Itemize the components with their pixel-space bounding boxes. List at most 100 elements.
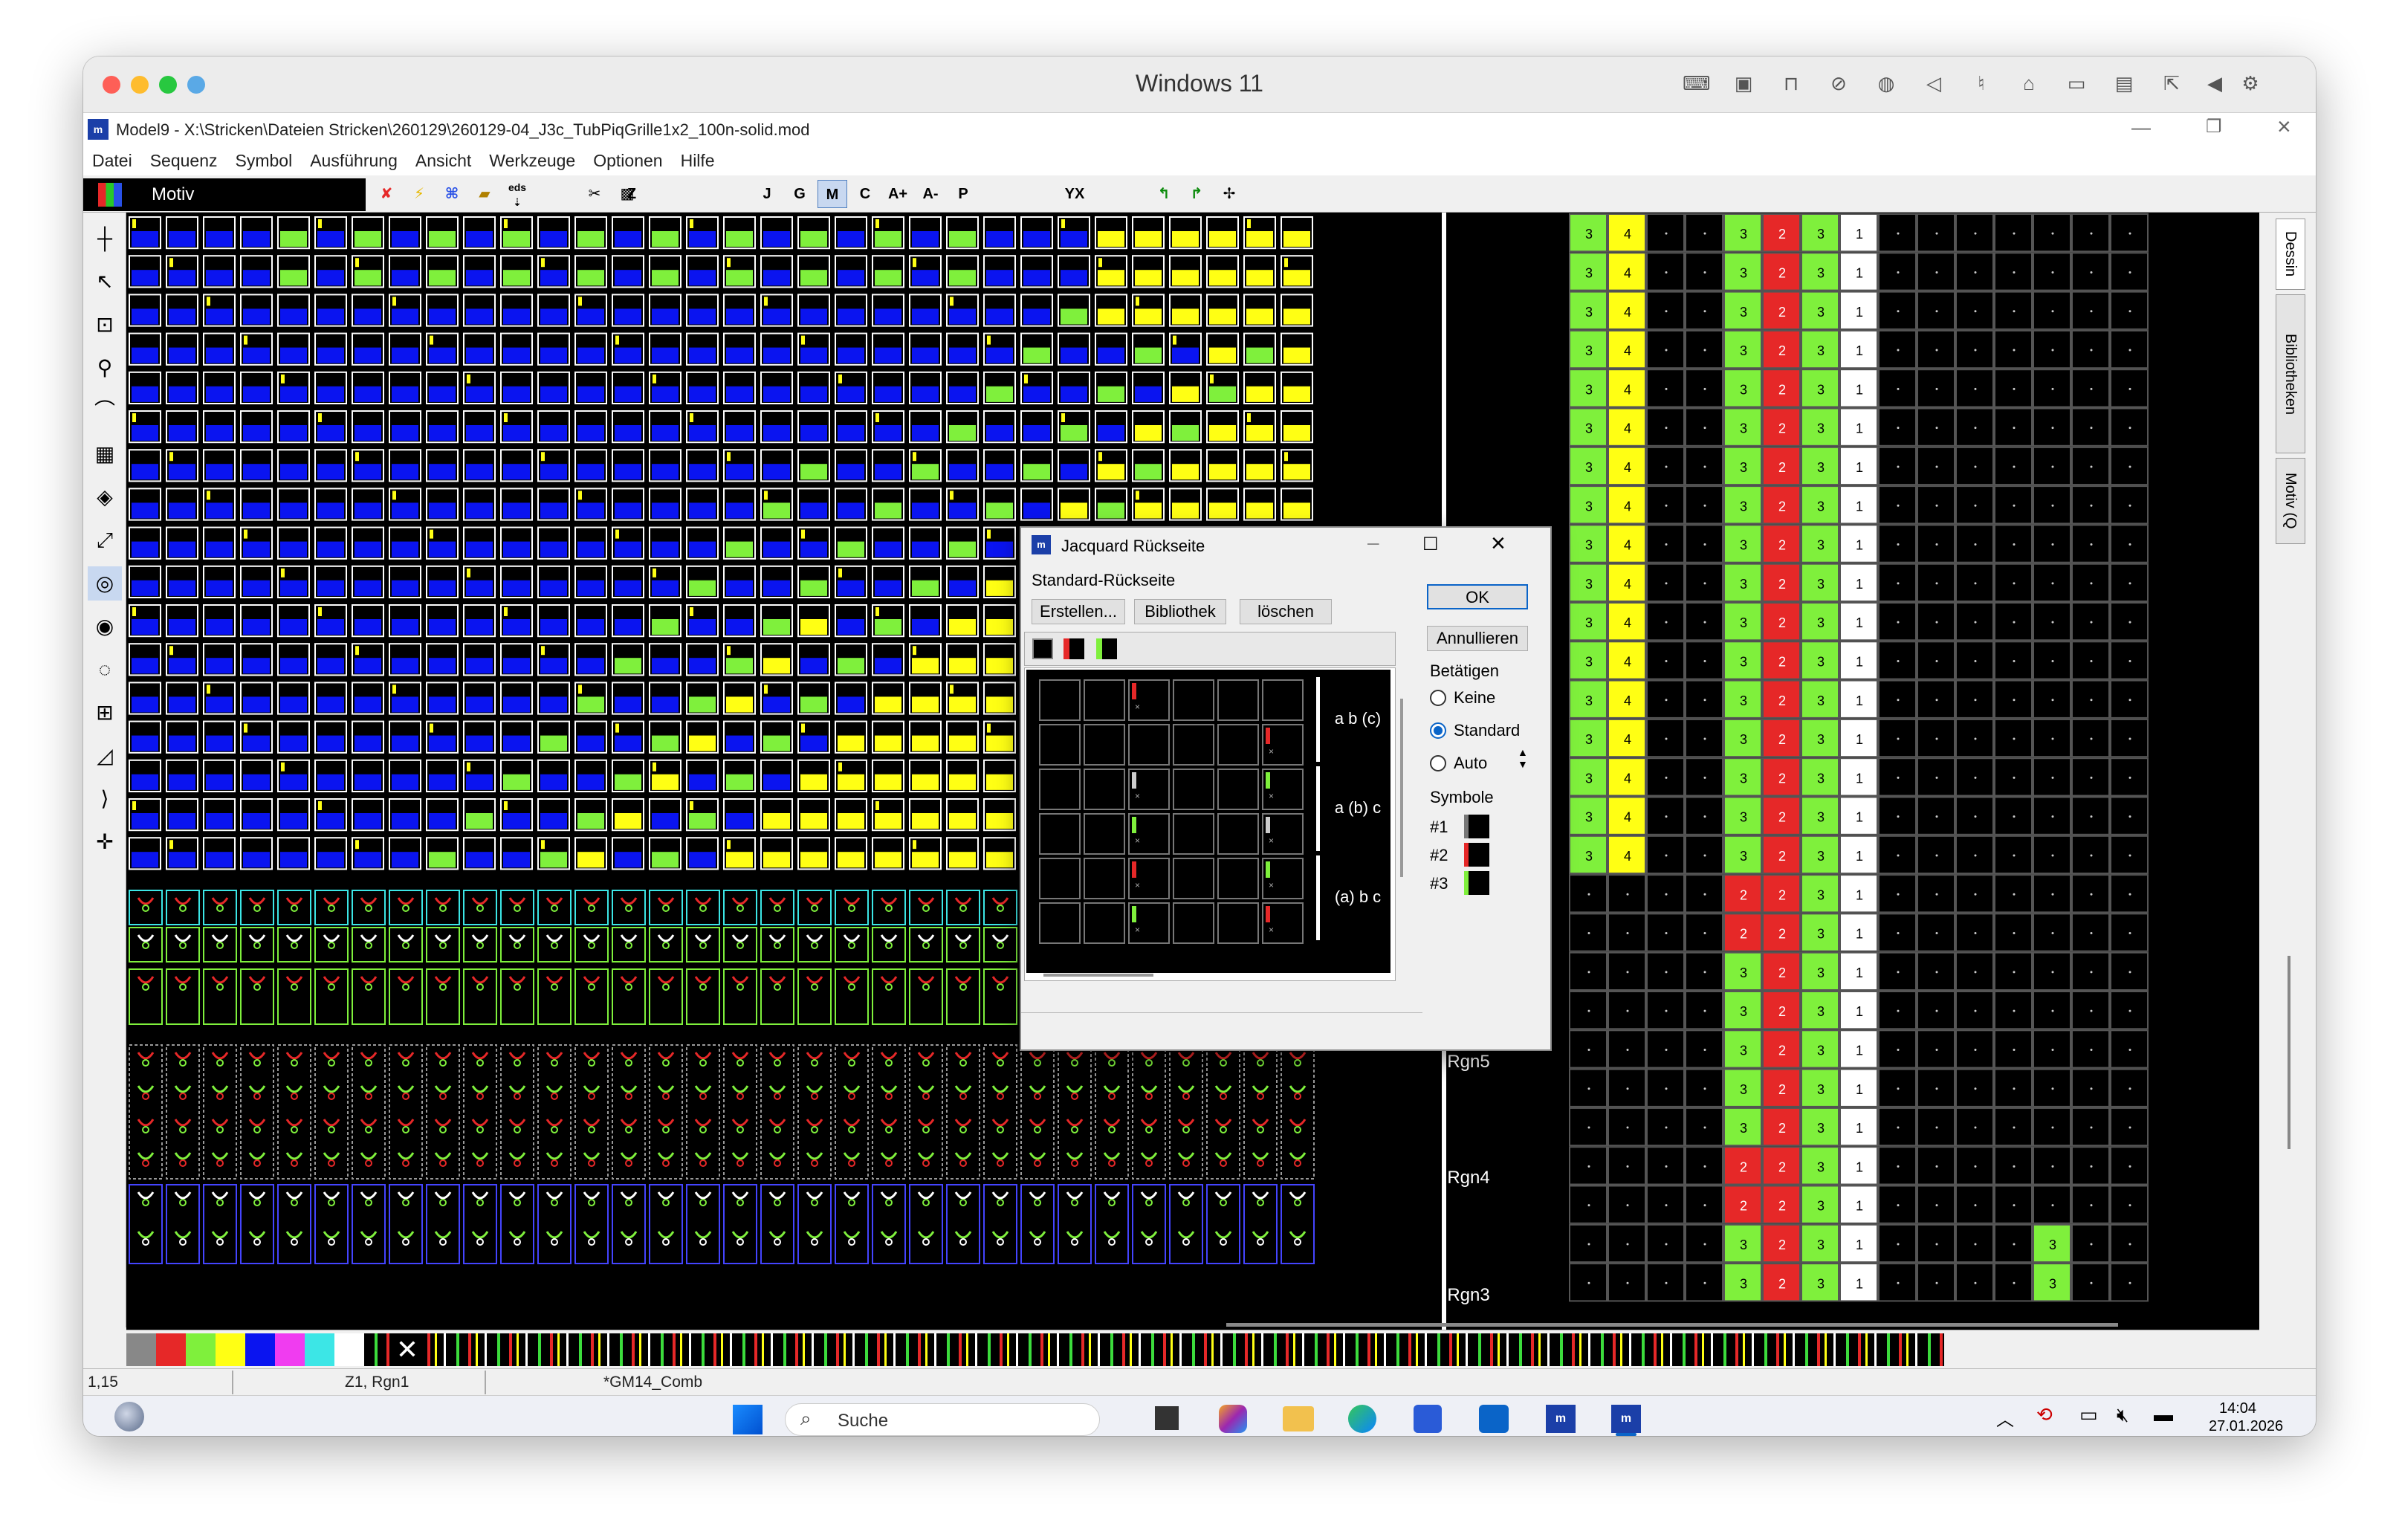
menu-item-5[interactable]: Werkzeuge [480,146,584,175]
symbol-tool-1-icon[interactable] [1032,638,1053,659]
mute-icon[interactable]: 🔇︎ [2117,1403,2128,1427]
app-restore-button[interactable]: ❐ [2206,116,2222,138]
folder-icon[interactable]: ▰ [470,180,499,208]
chevron-up-icon[interactable]: ︿ [1996,1405,2014,1431]
dialog-minimize-button[interactable]: – [1367,531,1379,554]
dialog-maximize-button[interactable]: ☐ [1422,534,1439,555]
preview-scrollbar[interactable] [1400,699,1403,877]
chip-icon[interactable]: ▣ [1730,70,1757,97]
app-close-button[interactable]: × [2277,113,2291,140]
curve-tool-icon[interactable]: ⌒ [88,394,122,428]
explorer-icon[interactable] [1283,1406,1314,1431]
eye-off-icon[interactable]: ⊘ [1825,70,1852,97]
outlook-icon[interactable] [1479,1405,1509,1433]
monitor-icon[interactable]: ▭ [2079,1403,2098,1426]
fill-tool-icon[interactable]: ◈ [88,480,122,514]
store-icon[interactable] [1414,1405,1442,1433]
scissors-icon[interactable]: ✂ [580,180,609,208]
palette-empty-x-icon[interactable]: ✕ [392,1333,422,1366]
select-arrow-tool-icon[interactable]: ↖ [88,265,122,299]
palette-color-swatch[interactable] [126,1333,156,1366]
cancel-button[interactable]: Annullieren [1427,626,1528,651]
globe-icon[interactable]: ◍ [1873,70,1900,97]
polygon-tool-icon[interactable]: ◿ [88,739,122,773]
motiv-selector[interactable]: Motiv [83,178,366,211]
toolbar-button-7[interactable]: P [948,180,978,208]
delete-x-icon[interactable]: ✘ [372,180,401,208]
palette-color-swatch[interactable] [216,1333,245,1366]
dialog-close-button[interactable]: × [1491,529,1506,558]
menu-item-0[interactable]: Datei [83,146,141,175]
battery-icon[interactable]: ▬ [2154,1403,2173,1426]
split-icon[interactable]: ✢ [1214,180,1244,208]
vertical-scrollbar[interactable] [2288,956,2290,1149]
menu-item-1[interactable]: Sequenz [141,146,227,175]
toolbar-button-5[interactable]: A+ [883,180,913,208]
start-icon[interactable] [733,1405,763,1434]
insert-tool-icon[interactable]: ⊞ [88,696,122,730]
toolbar-button-6[interactable]: A- [916,180,945,208]
app-minimize-button[interactable]: — [2131,116,2151,139]
spin-arrows-icon[interactable]: ▲ ▼ [1518,746,1528,770]
radio-keine[interactable] [1430,690,1446,706]
menu-item-4[interactable]: Ansicht [407,146,480,175]
toolbar-button-4[interactable]: C [850,180,880,208]
palette-symbol-strip[interactable] [364,1333,1944,1366]
eds-button[interactable]: eds ⇣ [502,180,532,208]
symbol-preview[interactable]: × × × × × × × × × × a b (c) a (b) c (a) b c [1026,670,1390,973]
copilot-icon[interactable] [1219,1405,1247,1433]
grid-tool-icon[interactable]: ▦ [88,437,122,471]
delete-button[interactable]: löschen [1240,599,1332,624]
edge-icon[interactable] [1348,1405,1376,1433]
search-box[interactable]: ⌕ Suche [785,1403,1100,1436]
palette-color-swatch[interactable] [186,1333,216,1366]
microphone-icon[interactable]: ♮ [1968,70,1995,97]
toolbar-button-2[interactable]: G [785,180,815,208]
toolbar-button-8[interactable]: YX [1060,180,1090,208]
magic-wand-tool-icon[interactable]: ⚲ [88,351,122,385]
ok-button[interactable]: OK [1427,584,1528,609]
preview-hscrollbar[interactable] [1043,974,1153,977]
terminal-icon[interactable]: ▤ [2111,70,2137,97]
arrow-up-right-icon[interactable]: ↱ [1182,180,1211,208]
task-view-icon[interactable] [1155,1406,1179,1430]
back-icon[interactable]: ◀ [2201,70,2228,97]
sync-icon[interactable]: ⟲ [2036,1403,2053,1426]
symbol-1-swatch[interactable] [1464,815,1489,838]
drive-icon[interactable]: ⌂ [2016,70,2042,97]
sequence-tool-icon[interactable]: ◌ [88,653,122,687]
arrow-up-left-icon[interactable]: ↰ [1149,180,1179,208]
symbol-3-swatch[interactable] [1464,871,1489,895]
symbol-tool-2-icon[interactable] [1063,638,1084,659]
model9-app-icon[interactable]: m [1546,1405,1576,1433]
zoom-tool-icon[interactable]: ⤢ [88,523,122,557]
palette-color-swatch[interactable] [305,1333,334,1366]
side-tab-2[interactable]: Motiv (Q [2276,458,2305,544]
toolbar-button-0[interactable]: Z [617,180,647,208]
crosshair-tool-icon[interactable]: ┼ [88,221,122,256]
camera-icon[interactable]: ▭ [2063,70,2090,97]
palette-color-swatch[interactable] [156,1333,186,1366]
palette-color-swatch[interactable] [245,1333,275,1366]
radio-auto[interactable] [1430,755,1446,771]
pin-tool-icon[interactable]: ✛ [88,825,122,859]
menu-item-2[interactable]: Symbol [227,146,302,175]
widgets-icon[interactable] [114,1402,144,1431]
library-button[interactable]: Bibliothek [1134,599,1226,624]
region-tool-icon[interactable]: ◉ [88,609,122,644]
menu-item-7[interactable]: Hilfe [672,146,724,175]
keyboard-icon[interactable]: ⌨ [1683,70,1711,97]
toolbar-button-1[interactable]: J [752,180,782,208]
usb-icon[interactable]: ⊓ [1778,70,1804,97]
speaker-icon[interactable]: ◁ [1920,70,1947,97]
symbol-tool-3-icon[interactable] [1096,638,1117,659]
lightning-icon[interactable]: ⚡ [404,180,434,208]
menu-item-3[interactable]: Ausführung [301,146,407,175]
gear-icon[interactable]: ⚙ [2237,70,2264,97]
share-icon[interactable]: ⇱ [2158,70,2185,97]
toolbar-button-3[interactable]: M [818,180,847,208]
palette-color-swatch[interactable] [275,1333,305,1366]
symbol-2-swatch[interactable] [1464,843,1489,867]
side-tab-0[interactable]: Dessin [2276,219,2305,290]
radio-standard[interactable] [1430,722,1446,739]
